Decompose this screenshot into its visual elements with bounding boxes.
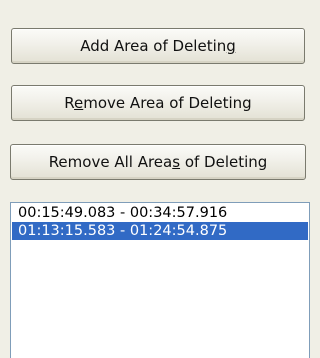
button-label: Remove All Area bbox=[48, 153, 173, 171]
button-label: R bbox=[64, 94, 75, 112]
remove-all-areas-of-deleting-button[interactable]: Remove All Areas of Deleting bbox=[10, 144, 306, 180]
remove-area-of-deleting-button[interactable]: Remove Area of Deleting bbox=[11, 85, 305, 121]
button-label: Add Area of Deletin bbox=[80, 37, 227, 55]
button-label: of Deleting bbox=[180, 153, 268, 171]
mnemonic-letter: s bbox=[172, 153, 181, 171]
add-area-of-deleting-button[interactable]: Add Area of Deleting bbox=[11, 28, 305, 64]
deleting-areas-listbox[interactable]: 00:15:49.083 - 00:34:57.916 01:13:15.583… bbox=[10, 202, 310, 358]
list-item-selected[interactable]: 01:13:15.583 - 01:24:54.875 bbox=[12, 222, 308, 240]
button-label: move Area of Deleting bbox=[83, 94, 252, 112]
list-item[interactable]: 00:15:49.083 - 00:34:57.916 bbox=[12, 204, 308, 222]
mnemonic-letter: g bbox=[226, 37, 236, 55]
mnemonic-letter: e bbox=[74, 94, 84, 112]
